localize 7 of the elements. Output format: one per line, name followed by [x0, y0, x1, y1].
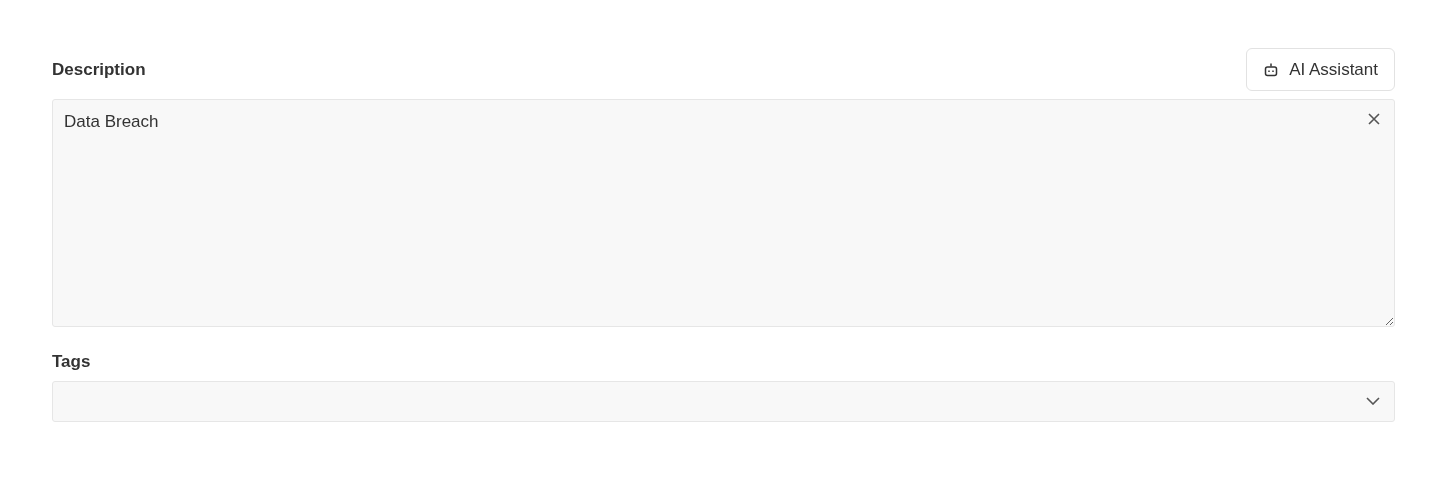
field-label: Tags: [52, 351, 92, 373]
chevron-down-icon: [1366, 397, 1380, 405]
field-label: Description: [52, 58, 146, 81]
robot-icon: [1263, 61, 1280, 78]
description-field[interactable]: Data Breach: [52, 99, 1395, 327]
ai-assistant-button[interactable]: AI Assistant: [1246, 48, 1395, 91]
clear-icon[interactable]: [1368, 113, 1380, 125]
